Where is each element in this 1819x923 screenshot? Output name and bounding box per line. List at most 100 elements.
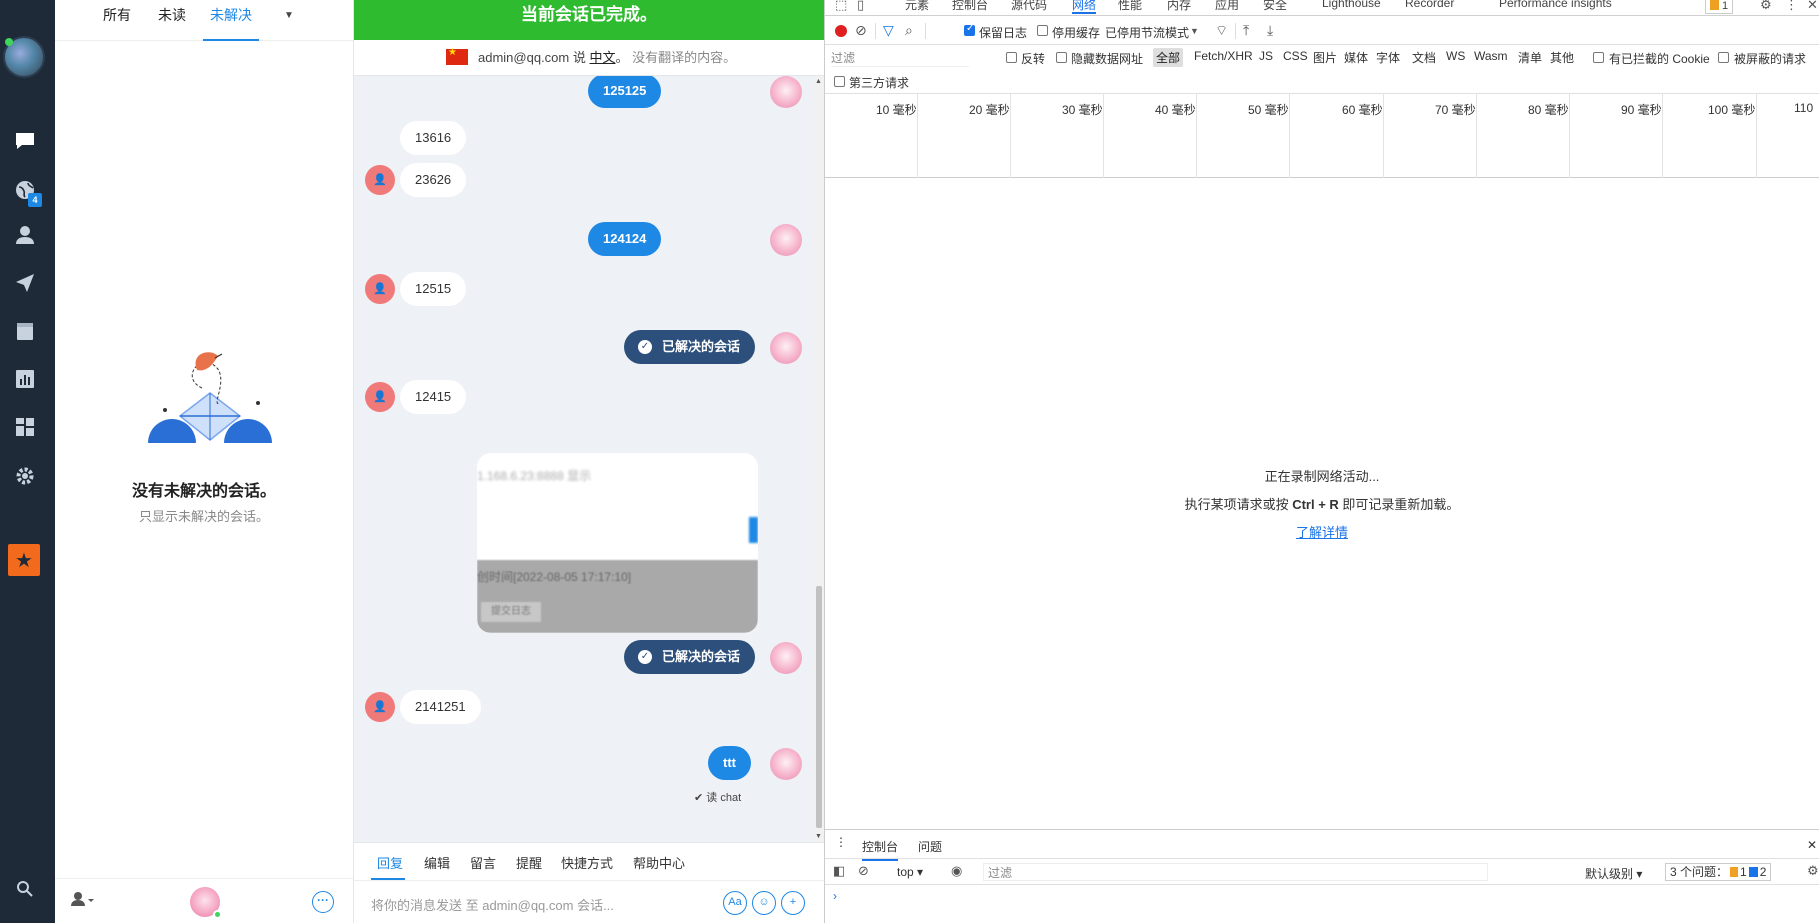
archive-icon[interactable] — [12, 318, 38, 344]
kebab-menu-icon[interactable]: ⋮ — [1785, 0, 1798, 13]
person-icon[interactable] — [12, 222, 38, 248]
type-filter-other[interactable]: 其他 — [1550, 49, 1574, 66]
gear-icon[interactable]: ⚙ — [1760, 0, 1772, 13]
tab-reply[interactable]: 回复 — [377, 853, 403, 872]
blocked-requests-checkbox[interactable] — [1718, 52, 1729, 63]
export-har-icon[interactable]: ⤓ — [1267, 22, 1273, 39]
type-filter-doc[interactable]: 文档 — [1412, 49, 1436, 66]
image-message[interactable]: 1.168.6.23:8888 显示 创时间[2022-08-05 17:17:… — [477, 453, 758, 633]
tab-elements[interactable]: 元素 — [905, 0, 929, 13]
tab-lighthouse[interactable]: Lighthouse — [1322, 0, 1381, 10]
tab-network[interactable]: 网络 — [1072, 0, 1097, 14]
emoji-button[interactable]: ☺ — [752, 891, 776, 915]
tab-unresolved[interactable]: 未解决 — [203, 0, 259, 41]
disable-cache-checkbox[interactable] — [1037, 25, 1048, 36]
scroll-thumb[interactable] — [816, 586, 822, 828]
tab-performance[interactable]: 性能 — [1118, 0, 1142, 13]
eye-icon[interactable]: ◉ — [951, 863, 962, 879]
type-filter-img[interactable]: 图片 — [1313, 49, 1337, 66]
user-avatar[interactable] — [3, 36, 45, 78]
third-party-checkbox[interactable] — [834, 76, 845, 87]
console-prompt[interactable]: › — [833, 889, 837, 903]
import-har-icon[interactable]: ⤒ — [1243, 22, 1249, 39]
format-text-button[interactable]: Aa — [723, 891, 747, 915]
chevron-down-icon[interactable]: ▼ — [284, 10, 294, 21]
search-icon[interactable]: ⌕ — [905, 22, 913, 39]
type-filter-ws[interactable]: WS — [1446, 49, 1465, 63]
close-icon[interactable]: ✕ — [1807, 0, 1818, 13]
chevron-down-icon[interactable]: ▼ — [1190, 26, 1199, 36]
tab-edit[interactable]: 编辑 — [424, 853, 450, 872]
more-icon[interactable]: ··· — [312, 891, 334, 913]
drawer-tab-console[interactable]: 控制台 — [862, 838, 899, 861]
type-filter-wasm[interactable]: Wasm — [1474, 49, 1508, 63]
hide-data-urls-checkbox[interactable] — [1056, 52, 1067, 63]
tab-reminder[interactable]: 提醒 — [516, 853, 542, 872]
device-toolbar-icon[interactable]: ▯ — [857, 0, 864, 13]
filter-input[interactable]: 过滤 — [831, 49, 969, 67]
clear-icon[interactable]: ⊘ — [855, 22, 867, 39]
gear-icon[interactable] — [12, 463, 38, 489]
tab-console[interactable]: 控制台 — [952, 0, 988, 13]
empty-subtitle: 只显示未解决的会话。 — [138, 509, 269, 524]
drawer-tab-issues[interactable]: 问题 — [918, 838, 942, 855]
close-drawer-icon[interactable]: ✕ — [1807, 838, 1817, 852]
tab-performance-insights[interactable]: Performance insights — [1499, 0, 1612, 10]
translate-language-link[interactable]: 中文 — [590, 50, 616, 65]
network-timeline[interactable]: 10 毫秒 20 毫秒 30 毫秒 40 毫秒 50 毫秒 60 毫秒 70 毫… — [825, 94, 1819, 178]
record-button[interactable] — [835, 25, 847, 37]
network-conditions-icon[interactable]: ⌔ — [1215, 22, 1228, 40]
send-icon[interactable] — [12, 270, 38, 296]
agent-status-icon[interactable] — [70, 891, 94, 912]
sidebar-toggle-icon[interactable]: ◧ — [833, 863, 845, 879]
tab-all[interactable]: 所有 — [103, 0, 131, 41]
invert-checkbox[interactable] — [1006, 52, 1017, 63]
drawer-menu-icon[interactable]: ⋮ — [835, 835, 847, 849]
warnings-badge[interactable]: 1 — [1705, 0, 1734, 14]
apps-icon[interactable] — [12, 414, 38, 440]
filter-icon[interactable]: ▽ — [883, 22, 894, 39]
issues-counter[interactable]: 3 个问题： 1 2 — [1665, 863, 1772, 881]
throttle-select[interactable]: 已停用节流模式 — [1105, 24, 1189, 41]
tab-sources[interactable]: 源代码 — [1011, 0, 1047, 13]
tab-note[interactable]: 留言 — [470, 853, 496, 872]
blocked-cookies-checkbox[interactable] — [1593, 52, 1604, 63]
context-select[interactable]: top ▾ — [897, 865, 923, 879]
timeline-gridline — [1289, 94, 1290, 178]
scroll-up-icon[interactable]: ▲ — [815, 78, 822, 85]
warning-icon — [1710, 0, 1719, 10]
type-filter-fetch[interactable]: Fetch/XHR — [1194, 49, 1253, 63]
resolved-label: 已解决的会话 — [662, 649, 741, 664]
gear-icon[interactable]: ⚙ — [1807, 863, 1819, 879]
learn-more-link[interactable]: 了解详情 — [825, 522, 1819, 541]
type-filter-all[interactable]: 全部 — [1153, 48, 1184, 67]
clear-console-icon[interactable]: ⊘ — [858, 863, 869, 879]
scroll-down-icon[interactable]: ▼ — [815, 833, 822, 840]
type-filter-js[interactable]: JS — [1259, 49, 1273, 63]
read-receipt-text: 读 chat — [706, 792, 742, 804]
tab-recorder[interactable]: Recorder — [1405, 0, 1454, 10]
type-filter-media[interactable]: 媒体 — [1344, 49, 1368, 66]
type-filter-font[interactable]: 字体 — [1376, 49, 1400, 66]
tab-help-center[interactable]: 帮助中心 — [633, 853, 685, 872]
message-input[interactable]: 将你的消息发送 至 admin@qq.com 会话... — [371, 895, 614, 914]
message-list[interactable]: 125125 13616 23626 👤 124124 12515 👤 ✓ 已解决… — [354, 76, 816, 842]
preserve-log-checkbox[interactable] — [964, 23, 975, 36]
log-level-select[interactable]: 默认级别 ▾ — [1585, 865, 1642, 882]
chat-icon[interactable] — [12, 128, 38, 154]
my-avatar[interactable] — [190, 887, 222, 919]
tab-application[interactable]: 应用 — [1215, 0, 1239, 13]
search-icon[interactable] — [12, 876, 38, 902]
type-filter-manifest[interactable]: 清单 — [1518, 49, 1542, 66]
chat-scrollbar[interactable]: ▲ ▼ — [814, 76, 824, 842]
tab-memory[interactable]: 内存 — [1167, 0, 1191, 13]
tab-shortcuts[interactable]: 快捷方式 — [561, 853, 613, 872]
type-filter-css[interactable]: CSS — [1283, 49, 1308, 63]
console-filter-input[interactable]: 过滤 — [983, 863, 1488, 881]
chart-icon[interactable] — [12, 366, 38, 392]
add-attachment-button[interactable]: + — [781, 891, 805, 915]
tab-unread[interactable]: 未读 — [158, 0, 186, 41]
tab-security[interactable]: 安全 — [1263, 0, 1287, 13]
inspect-icon[interactable]: ⬚ — [835, 0, 847, 13]
star-icon[interactable]: ★ — [8, 544, 40, 576]
